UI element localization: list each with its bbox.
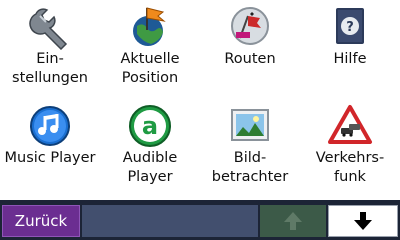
menu-item-audible-player[interactable]: a Audible Player	[100, 100, 200, 200]
help-book-icon: ?	[336, 8, 364, 44]
menu-item-current-position[interactable]: Aktuelle Position	[100, 0, 200, 100]
music-note-icon	[30, 106, 70, 146]
app-menu-grid: Ein- stellungen Aktuelle Position Routen…	[0, 0, 400, 200]
menu-item-label: Music Player	[4, 150, 96, 166]
arrow-up-icon	[284, 212, 302, 230]
menu-item-traffic-radio[interactable]: Verkehrs- funk	[300, 100, 400, 200]
menu-item-picture-viewer[interactable]: Bild- betrachter	[200, 100, 300, 200]
scroll-down-button[interactable]	[328, 205, 398, 237]
menu-item-label: Verkehrs- funk	[315, 150, 385, 185]
menu-item-settings[interactable]: Ein- stellungen	[0, 0, 100, 100]
scroll-up-button[interactable]	[260, 205, 326, 237]
back-button[interactable]: Zurück	[2, 205, 80, 237]
menu-item-label: Hilfe	[333, 51, 367, 67]
globe-flag-icon	[133, 7, 166, 46]
menu-item-label: Aktuelle Position	[120, 51, 180, 86]
menu-item-label: Routen	[224, 51, 276, 67]
menu-item-label: Bild- betrachter	[211, 150, 289, 185]
picture-viewer-icon	[231, 109, 269, 141]
svg-text:a: a	[142, 112, 158, 140]
routes-flags-icon	[231, 7, 269, 45]
menu-item-label: Ein- stellungen	[12, 51, 88, 86]
toolbar-spacer	[82, 205, 258, 237]
menu-item-music-player[interactable]: Music Player	[0, 100, 100, 200]
arrow-down-icon	[354, 212, 372, 230]
menu-item-routes[interactable]: Routen	[200, 0, 300, 100]
traffic-warning-icon	[328, 105, 372, 144]
menu-item-help[interactable]: ? Hilfe	[300, 0, 400, 100]
wrench-icon	[29, 8, 68, 50]
menu-item-label: Audible Player	[122, 150, 178, 185]
audible-icon: a	[129, 105, 171, 147]
svg-text:?: ?	[346, 20, 354, 35]
